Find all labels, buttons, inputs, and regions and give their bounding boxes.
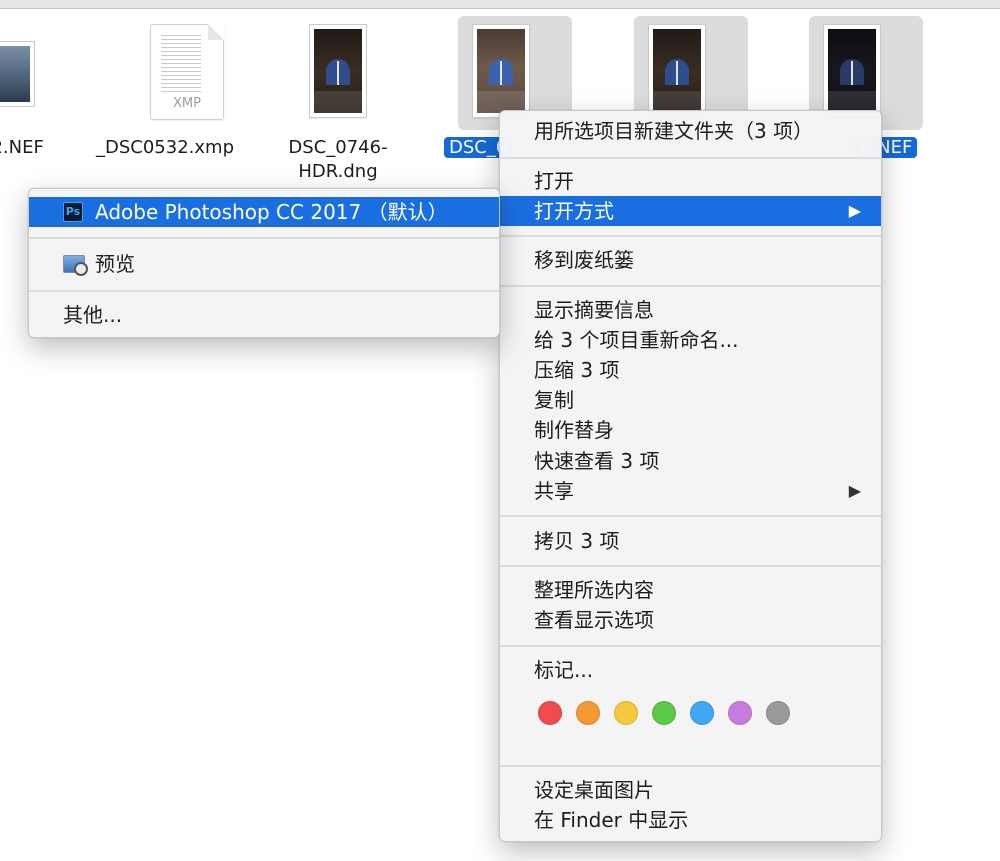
menu-item-move-to-trash[interactable]: 移到废纸篓 [500,245,881,275]
submenu-arrow-icon: ▶ [848,481,861,500]
tag-green-dot[interactable] [652,701,676,725]
preview-app-icon [63,255,88,276]
menu-item-label: 打开方式 [534,199,614,223]
menu-separator [500,285,881,287]
tag-color-row [538,701,790,727]
file-item[interactable]: 32.NEF [0,16,80,206]
menu-separator [29,237,499,239]
file-thumbnail [824,25,880,117]
file-name: 32.NEF [0,136,60,160]
menu-item-get-info[interactable]: 显示摘要信息 [500,295,881,325]
menu-item-clean-up-selection[interactable]: 整理所选内容 [500,575,881,605]
photoshop-icon: Ps [63,202,83,222]
file-name-line: DSC_0746- [288,137,388,158]
menu-item-new-folder-with-selection[interactable]: 用所选项目新建文件夹（3 项） [500,116,881,146]
submenu-item-photoshop[interactable]: Ps Adobe Photoshop CC 2017 （默认） [29,197,499,227]
window-top-edge [0,0,1000,9]
menu-separator [500,765,881,767]
menu-item-show-view-options[interactable]: 查看显示选项 [500,605,881,635]
menu-separator [500,157,881,159]
file-extension-label: XMP [173,96,201,111]
menu-item-label: 共享 [534,479,574,503]
tag-orange-dot[interactable] [576,701,600,725]
menu-item-rename[interactable]: 给 3 个项目重新命名... [500,325,881,355]
menu-item-copy[interactable]: 拷贝 3 项 [500,526,881,556]
tag-gray-dot[interactable] [766,701,790,725]
menu-item-tags[interactable]: 标记... [500,655,881,685]
menu-separator [500,645,881,647]
file-thumbnail [649,25,705,117]
menu-item-quick-look[interactable]: 快速查看 3 项 [500,446,881,476]
tag-purple-dot[interactable] [728,701,752,725]
file-name: _DSC0532.xmp [90,136,240,160]
menu-separator [29,290,499,292]
menu-item-open-with[interactable]: 打开方式 ▶ [500,196,881,226]
submenu-arrow-icon: ▶ [848,201,861,220]
file-name: DSC_0746- HDR.dng [263,136,413,184]
file-name-text: 32.NEF [0,137,44,158]
file-name-text: _DSC0532.xmp [96,137,234,158]
tag-blue-dot[interactable] [690,701,714,725]
menu-item-make-alias[interactable]: 制作替身 [500,415,881,445]
context-menu: 用所选项目新建文件夹（3 项） 打开 打开方式 ▶ 移到废纸篓 显示摘要信息 给… [499,110,882,842]
menu-separator [500,235,881,237]
submenu-item-label: 预览 [95,252,135,276]
file-item[interactable]: DSC_0746- HDR.dng [263,16,413,206]
menu-separator [500,515,881,517]
open-with-submenu: Ps Adobe Photoshop CC 2017 （默认） 预览 其他... [28,188,500,338]
file-thumbnail [0,42,34,106]
submenu-item-other[interactable]: 其他... [29,300,499,330]
file-name-line: HDR.dng [298,161,378,182]
file-thumbnail [310,25,366,117]
menu-item-compress[interactable]: 压缩 3 项 [500,355,881,385]
menu-item-open[interactable]: 打开 [500,166,881,196]
file-thumbnail [473,25,529,117]
document-icon: XMP [150,24,224,120]
submenu-item-preview[interactable]: 预览 [29,249,499,279]
tag-red-dot[interactable] [538,701,562,725]
menu-item-share[interactable]: 共享 ▶ [500,476,881,506]
finder-window: 32.NEF XMP _DSC0532.xmp DSC_0746- HDR.dn… [0,0,1000,861]
menu-item-set-desktop-picture[interactable]: 设定桌面图片 [500,775,881,805]
file-item[interactable]: XMP _DSC0532.xmp [90,16,240,206]
tag-yellow-dot[interactable] [614,701,638,725]
menu-item-duplicate[interactable]: 复制 [500,385,881,415]
menu-item-reveal-in-finder[interactable]: 在 Finder 中显示 [500,805,881,835]
menu-separator [500,565,881,567]
submenu-item-label: Adobe Photoshop CC 2017 （默认） [95,200,448,224]
